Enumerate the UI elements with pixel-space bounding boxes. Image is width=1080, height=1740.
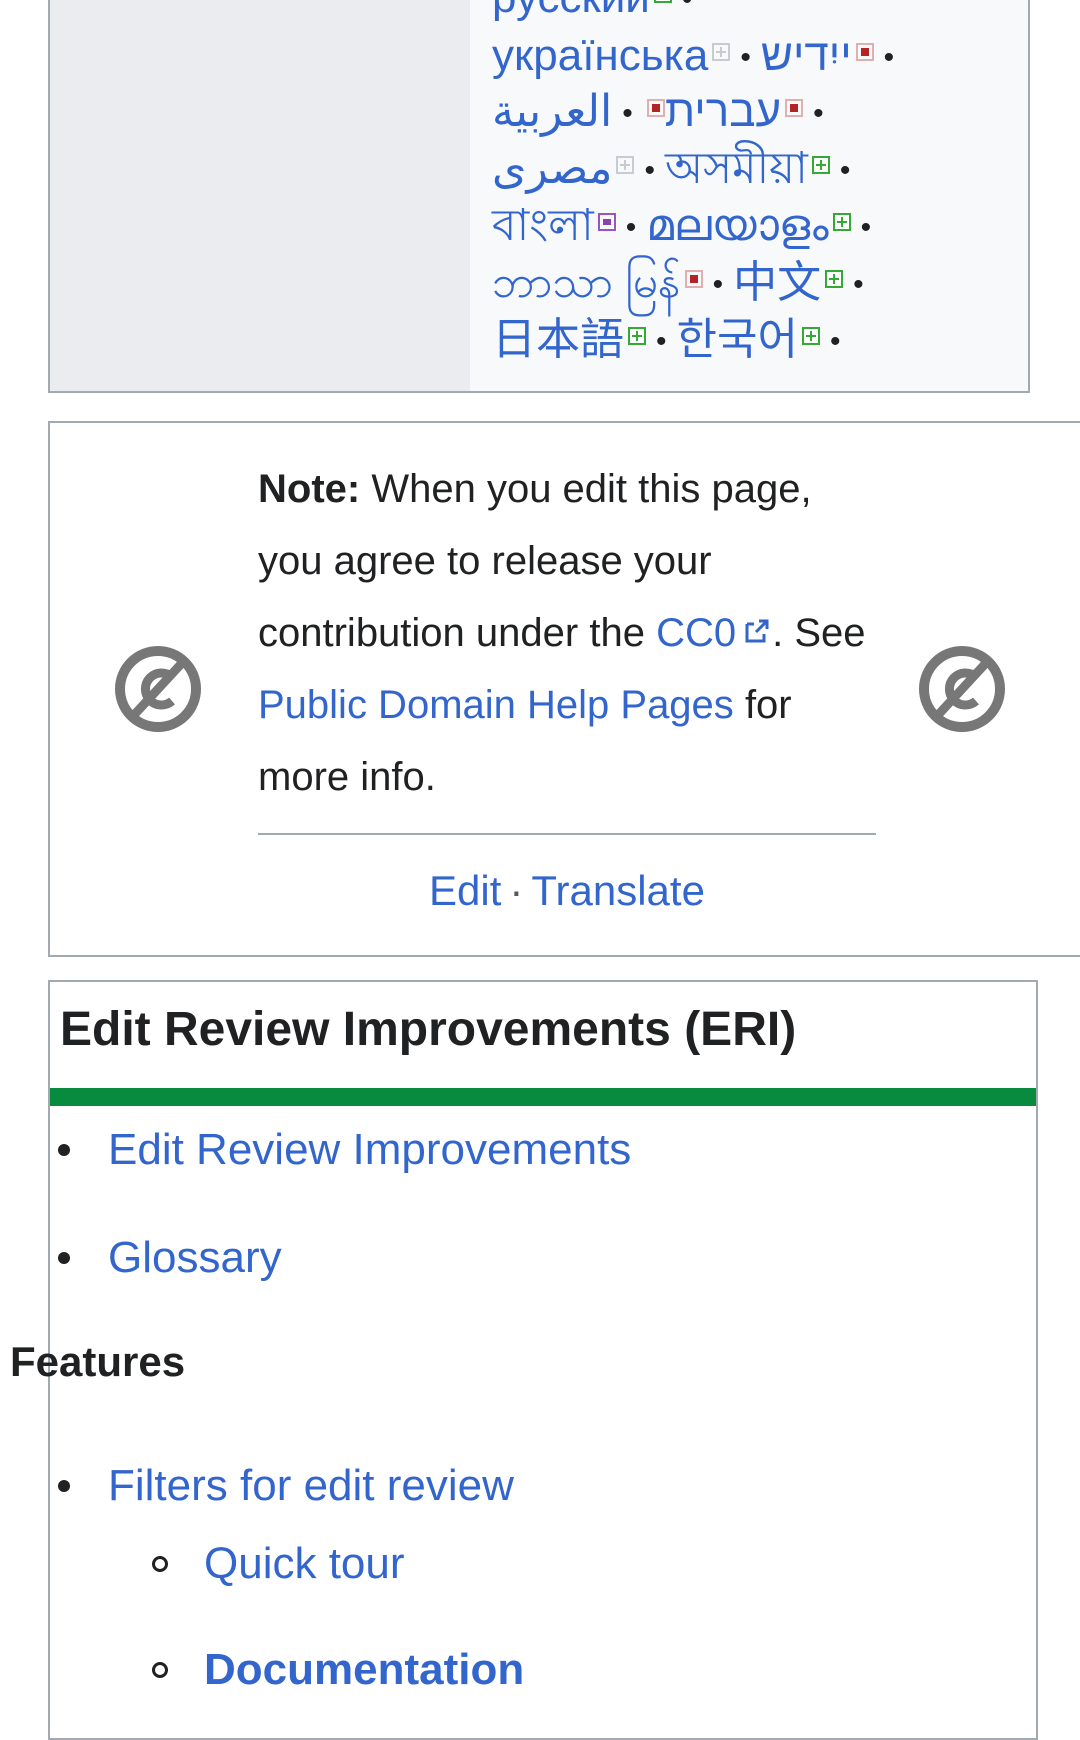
separator-bullet: • — [644, 154, 655, 188]
language-line: українська • ייִדיש • — [492, 28, 904, 86]
translation-status-icon — [785, 99, 804, 118]
circle-bullet-icon — [152, 1556, 168, 1572]
translation-status-icon — [712, 43, 731, 62]
language-line: русский • — [492, 0, 702, 28]
language-link[interactable]: ייִדיש — [761, 31, 852, 80]
separator-bullet: • — [712, 268, 724, 302]
separator-bullet: • — [860, 211, 872, 245]
language-link[interactable]: українська — [492, 31, 708, 80]
divider — [258, 833, 876, 835]
translation-status-icon — [646, 99, 665, 118]
language-link[interactable]: 한국어 — [677, 315, 798, 364]
separator-bullet: • — [622, 97, 633, 131]
eri-link-edit-review-improvements[interactable]: Edit Review Improvements — [108, 1125, 631, 1174]
separator-bullet: • — [883, 41, 895, 75]
public-domain-icon — [919, 646, 1005, 732]
separator-bullet: • — [813, 97, 824, 131]
bullet-icon — [58, 1144, 70, 1156]
language-link[interactable]: مصرى — [492, 144, 612, 193]
language-link[interactable]: العربية — [492, 87, 612, 136]
language-line: ဘာသာ မြန် • 中文 • — [492, 255, 874, 313]
language-link[interactable]: മലയാളം — [646, 201, 828, 250]
list-item: Documentation — [152, 1642, 524, 1698]
translation-status-icon — [653, 0, 672, 4]
eri-link-glossary[interactable]: Glossary — [108, 1233, 282, 1282]
language-link[interactable]: עברית — [665, 87, 781, 136]
language-link[interactable]: অসমীয়া — [665, 144, 808, 193]
translation-status-icon — [628, 327, 646, 346]
separator: · — [509, 867, 524, 914]
language-line: עברית • العربية • — [492, 84, 834, 142]
translation-status-icon — [855, 43, 874, 62]
list-item: Edit Review Improvements — [58, 1122, 631, 1178]
language-link[interactable]: русский — [492, 0, 650, 22]
license-note-text: Note: When you edit this page, you agree… — [258, 453, 878, 813]
language-link[interactable]: বাংলা — [492, 201, 594, 250]
translation-status-icon — [811, 156, 830, 175]
separator-bullet: • — [740, 41, 751, 75]
separator-bullet: • — [829, 325, 841, 359]
translation-status-icon — [832, 213, 851, 232]
external-link-icon — [745, 619, 769, 643]
list-item: Glossary — [58, 1230, 282, 1286]
list-item: Quick tour — [152, 1536, 405, 1592]
public-domain-icon — [115, 646, 201, 732]
note-label: Note: — [258, 467, 361, 511]
cc0-link[interactable]: CC0 — [656, 611, 772, 655]
translation-status-icon — [684, 270, 703, 289]
public-domain-help-link[interactable]: Public Domain Help Pages — [258, 683, 734, 727]
note-actions: Edit · Translate — [258, 863, 876, 919]
translate-link[interactable]: Translate — [531, 867, 705, 914]
separator-bullet: • — [839, 154, 851, 188]
eri-navbox: Edit Review Improvements (ERI) — [48, 980, 1038, 1740]
language-link[interactable]: 日本語 — [492, 315, 624, 364]
language-line: 日本語 • 한국어 • — [492, 312, 850, 370]
eri-link-documentation[interactable]: Documentation — [204, 1645, 524, 1694]
language-link[interactable]: 中文 — [733, 258, 821, 307]
circle-bullet-icon — [152, 1662, 168, 1678]
license-note-box: Note: When you edit this page, you agree… — [48, 421, 1080, 957]
edit-link[interactable]: Edit — [429, 867, 501, 914]
bullet-icon — [58, 1252, 70, 1264]
separator-bullet: • — [853, 268, 864, 302]
separator-bullet: • — [625, 211, 637, 245]
eri-link-quick-tour[interactable]: Quick tour — [204, 1539, 405, 1588]
navbox-title: Edit Review Improvements (ERI) — [60, 1003, 797, 1056]
translation-status-icon — [597, 213, 616, 232]
note-text-2: . See — [772, 611, 866, 655]
language-link[interactable]: ဘာသာ မြန် — [492, 258, 681, 307]
translation-status-icon — [616, 156, 635, 175]
navbox-accent-bar — [50, 1088, 1036, 1106]
translation-status-icon — [825, 270, 844, 289]
bullet-icon — [58, 1480, 70, 1492]
language-line: বাংলা • മലയാളം • — [492, 198, 881, 256]
language-box-sidebar — [50, 0, 470, 391]
list-item: Filters for edit review — [58, 1458, 514, 1514]
features-heading: Features — [10, 1338, 186, 1385]
language-line: مصرى • অসমীয়া • — [492, 141, 860, 199]
eri-link-filters[interactable]: Filters for edit review — [108, 1461, 514, 1510]
separator-bullet: • — [656, 325, 667, 359]
separator-bullet: • — [682, 0, 693, 16]
translation-status-icon — [801, 327, 820, 346]
